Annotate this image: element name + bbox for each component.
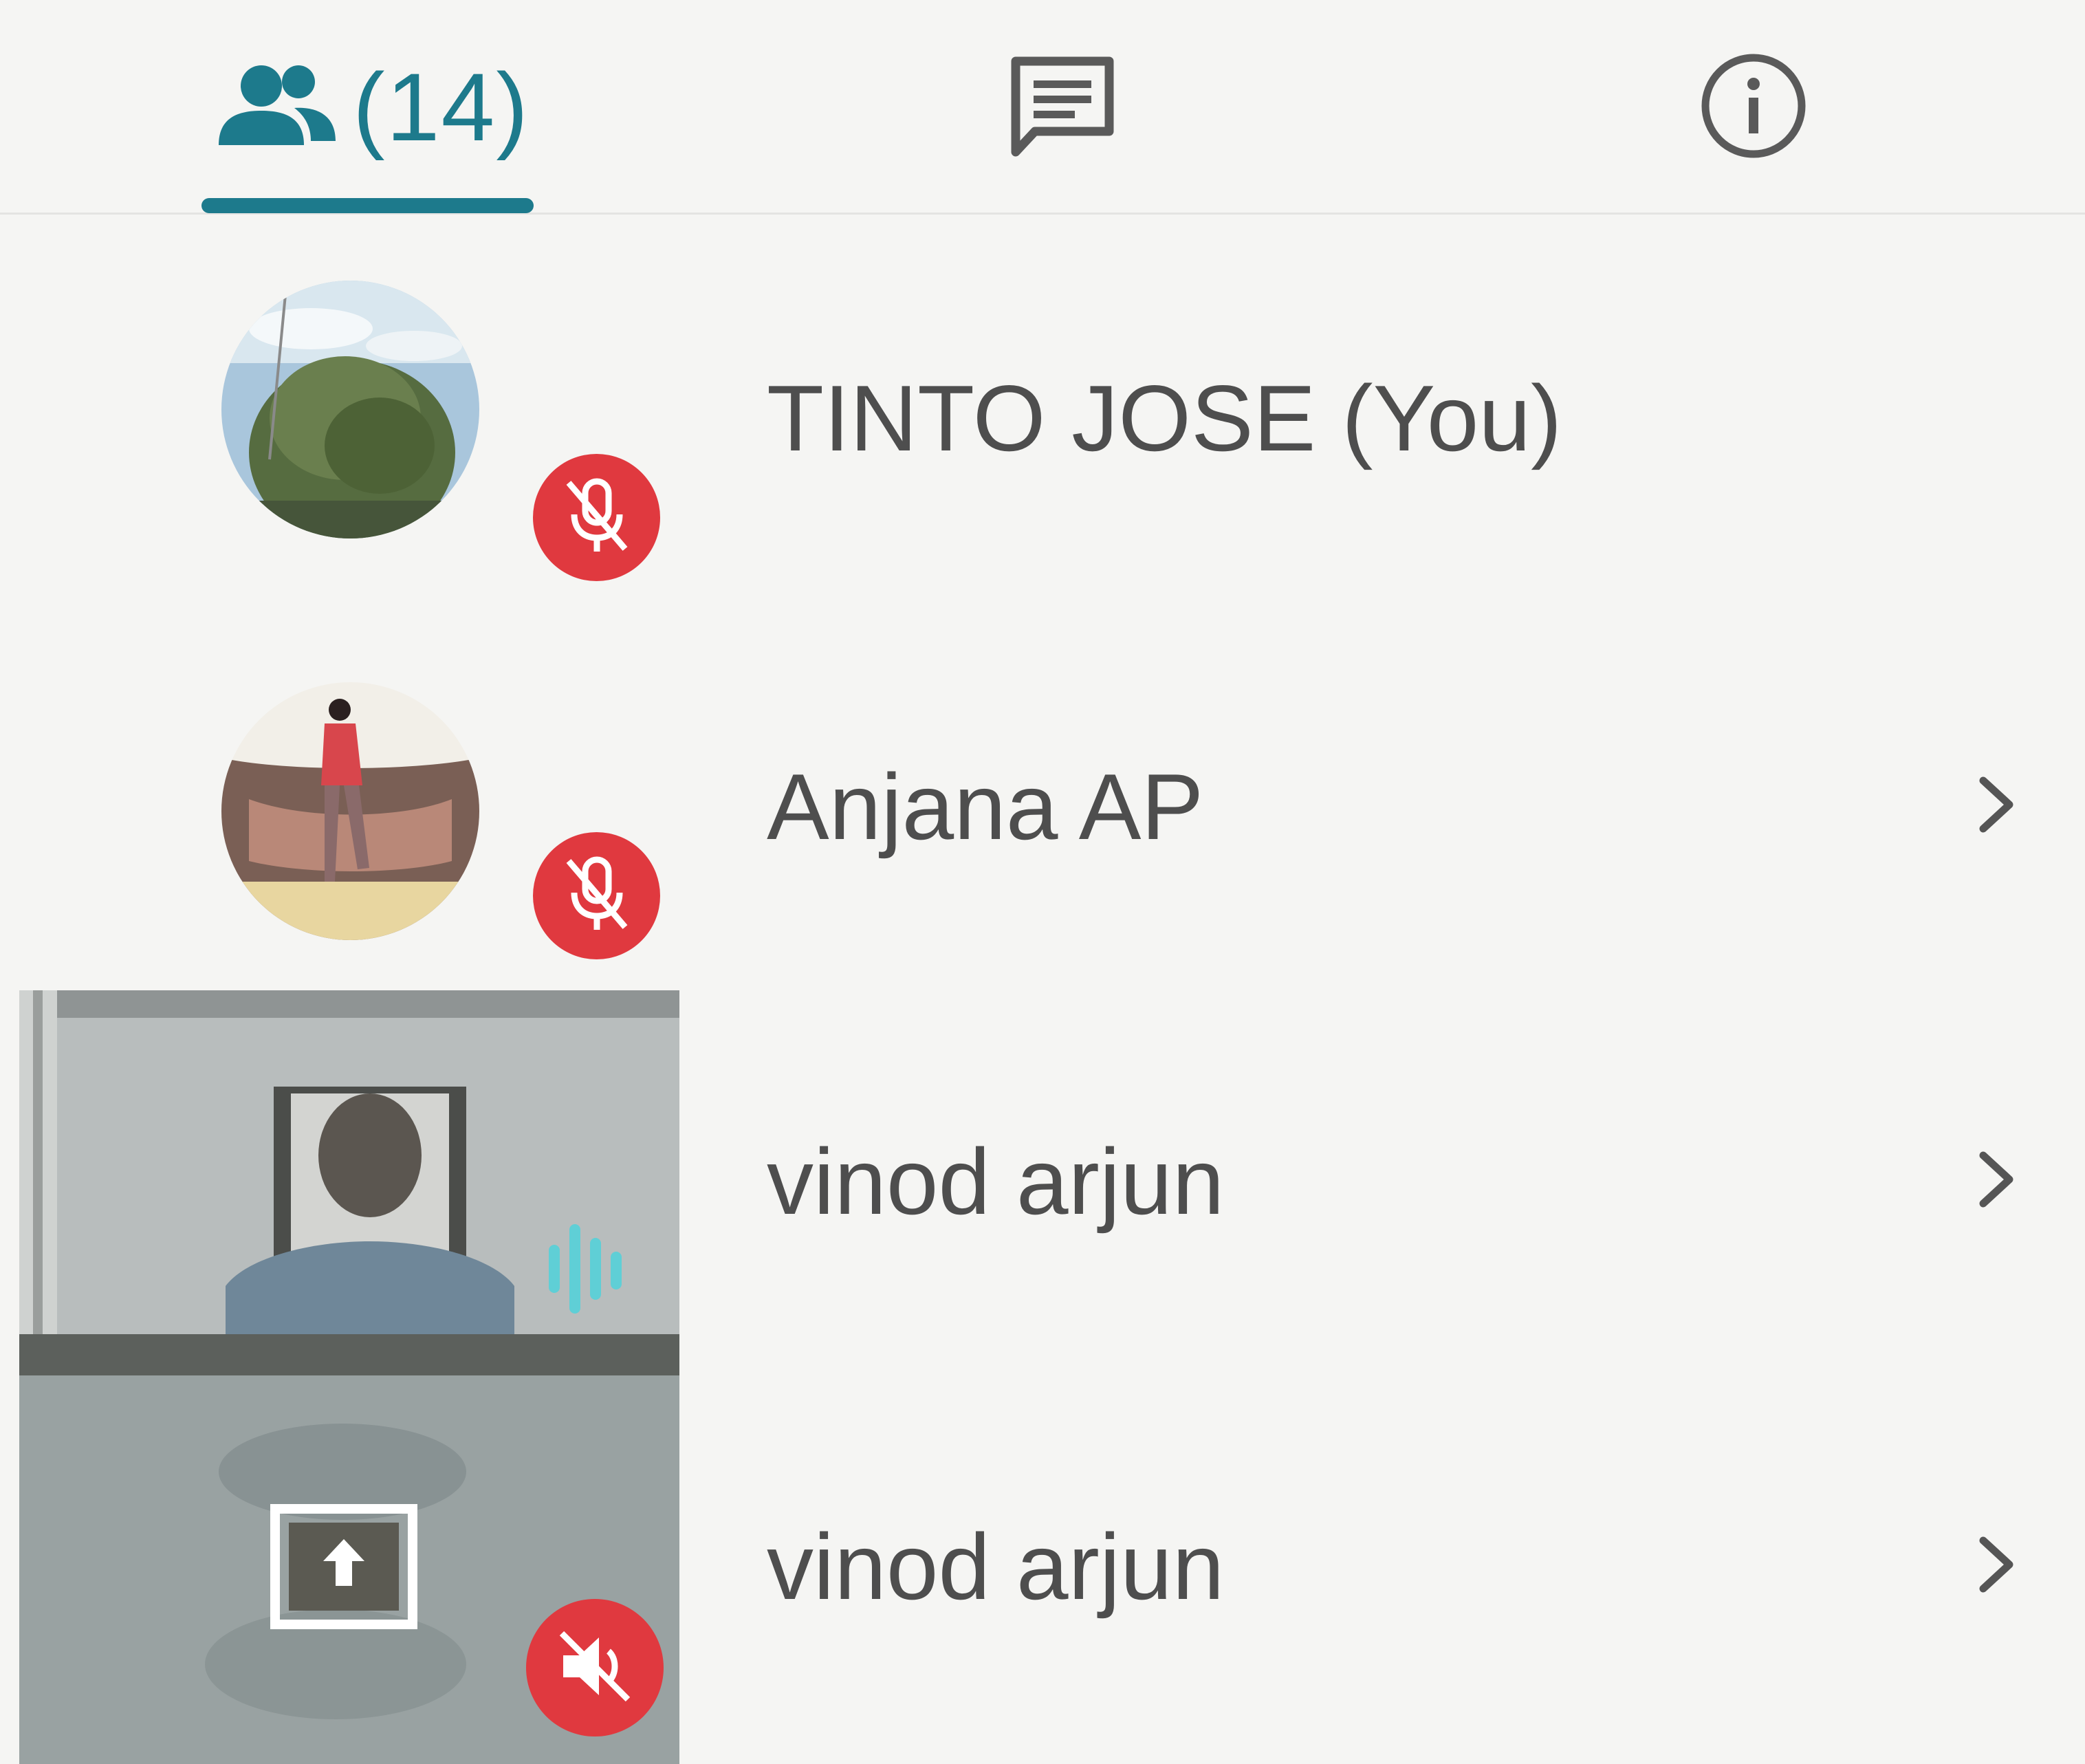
participant-video <box>19 990 679 1375</box>
participant-name: vinod arjun <box>767 1514 1225 1619</box>
mic-muted-badge <box>533 454 660 581</box>
participant-row[interactable]: Anjana AP <box>0 612 2085 997</box>
participant-name: vinod arjun <box>767 1129 1225 1234</box>
participant-row[interactable]: TINTO JOSE (You) <box>0 227 2085 612</box>
active-tab-indicator <box>201 198 534 213</box>
participant-count: (14) <box>353 53 530 161</box>
participants-panel: (14) TINTO JOSE (You) Anjana AP vinod ar… <box>0 0 2085 1764</box>
participant-name: TINTO JOSE (You) <box>767 366 1562 470</box>
chevron-right-icon[interactable] <box>1967 1527 2029 1602</box>
chat-icon <box>1007 54 1117 161</box>
mic-off-icon <box>559 853 635 939</box>
people-icon <box>213 61 340 154</box>
info-icon <box>1699 51 1809 164</box>
avatar <box>221 682 479 940</box>
mic-off-icon <box>559 475 635 560</box>
audio-off-badge <box>526 1599 664 1736</box>
participant-row[interactable]: vinod arjun <box>0 990 2085 1375</box>
mic-muted-badge <box>533 832 660 959</box>
participant-row[interactable]: vinod arjun <box>0 1375 2085 1764</box>
tab-bar: (14) <box>0 0 2085 215</box>
chevron-right-icon[interactable] <box>1967 1142 2029 1217</box>
tab-chat[interactable] <box>956 0 1169 215</box>
tab-info[interactable] <box>1650 0 1857 215</box>
tab-participants[interactable]: (14) <box>199 0 543 215</box>
chevron-right-icon[interactable] <box>1967 767 2029 842</box>
avatar <box>221 281 479 538</box>
speaker-off-icon <box>554 1625 636 1711</box>
participant-name: Anjana AP <box>767 754 1204 859</box>
